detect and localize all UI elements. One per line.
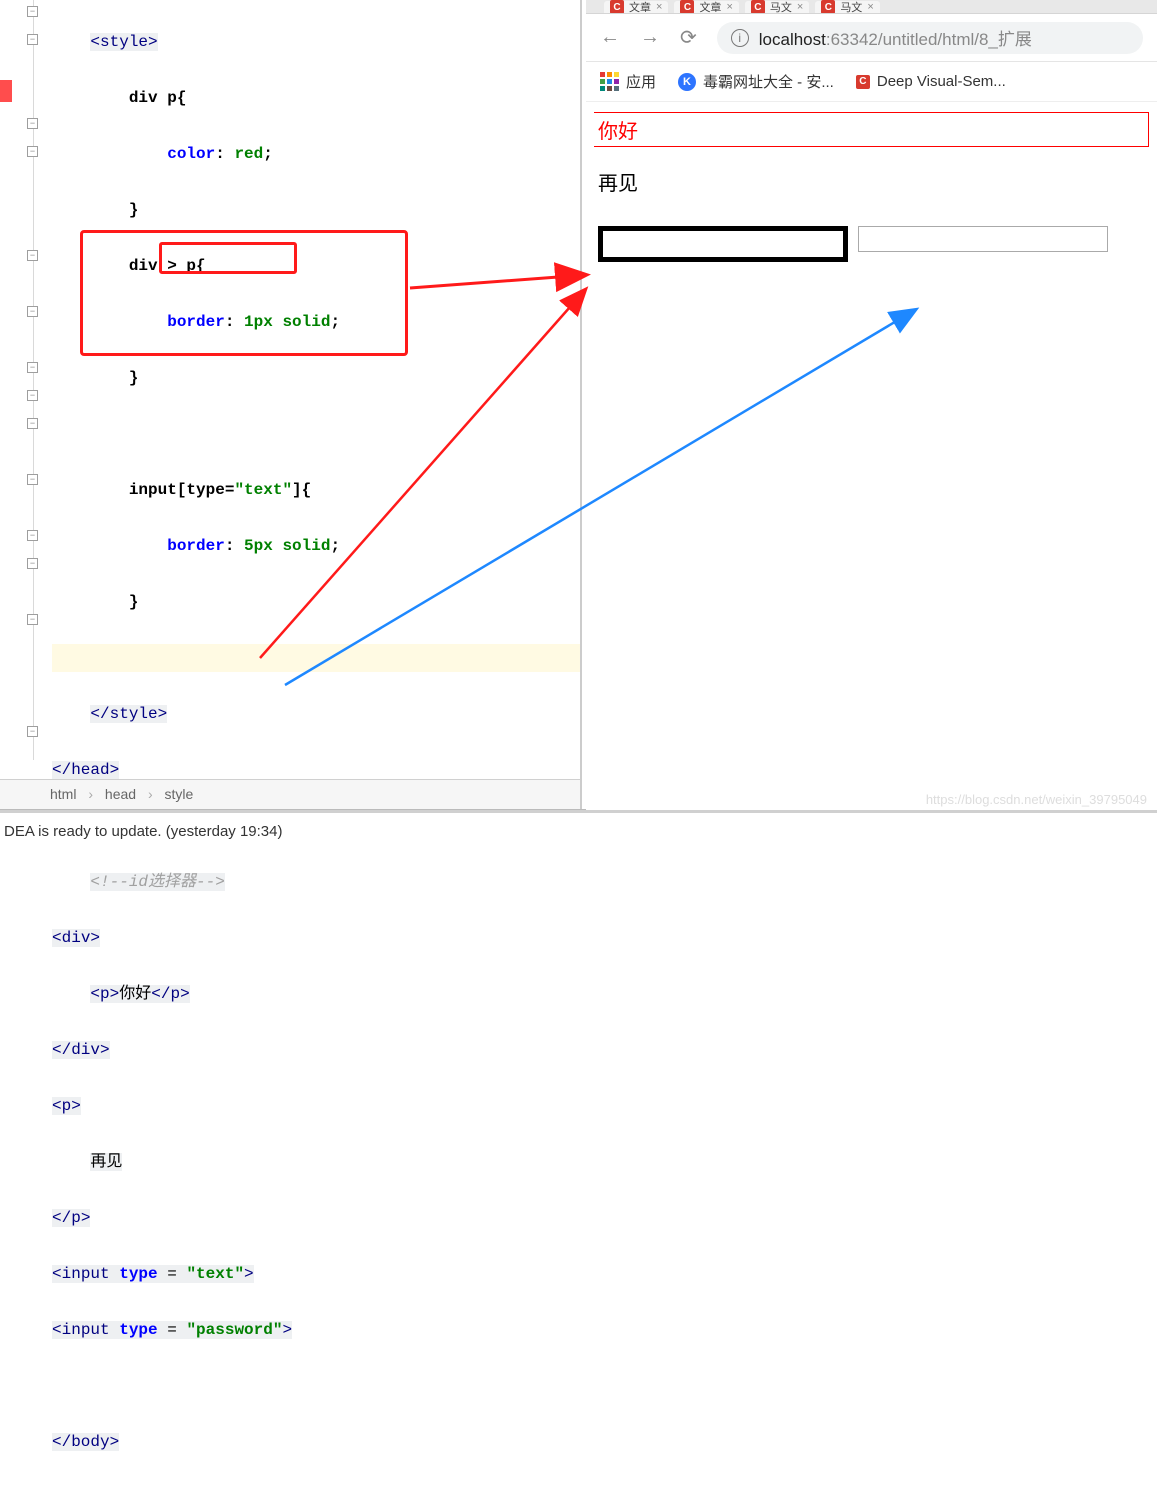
bookmark-duba[interactable]: K 毒霸网址大全 - 安... [678,71,834,92]
code-text[interactable]: <style> div p{ color: red; } div > p{ bo… [52,0,580,1512]
editor-gutter: − − − − − − − − − − − − − − [0,0,44,770]
browser-toolbar: ← → ⟳ i localhost:63342/untitled/html/8_… [586,14,1157,62]
forward-icon[interactable]: → [640,26,660,49]
annotation-highlight-box-inner [159,242,297,274]
code-editor-pane: − − − − − − − − − − − − − − <style> div … [0,0,582,853]
close-icon[interactable]: × [726,1,732,13]
reload-icon[interactable]: ⟳ [680,25,697,50]
breadcrumb-item[interactable]: head [105,786,136,802]
fold-toggle[interactable]: − [27,726,38,737]
fold-toggle[interactable]: − [27,118,38,129]
browser-tab[interactable]: C马文× [745,1,809,13]
chevron-right-icon: › [148,786,153,802]
breadcrumb[interactable]: html › head › style [0,779,580,809]
fold-toggle[interactable]: − [27,474,38,485]
status-bar: DEA is ready to update. (yesterday 19:34… [0,813,1157,853]
fold-toggle[interactable]: − [27,390,38,401]
fold-toggle[interactable]: − [27,530,38,541]
address-bar[interactable]: i localhost:63342/untitled/html/8_扩展 [717,22,1143,54]
watermark-text: https://blog.csdn.net/weixin_39795049 [926,792,1147,807]
hello-text: 你好 [594,112,1149,147]
bye-text: 再见 [594,167,1149,196]
csdn-icon: C [751,0,765,14]
fold-toggle[interactable]: − [27,6,38,17]
browser-tabstrip: C文章× C文章× C马文× C马文× [586,0,1157,14]
fold-toggle[interactable]: − [27,418,38,429]
breadcrumb-item[interactable]: html [50,786,76,802]
csdn-icon: C [680,0,694,14]
site-info-icon[interactable]: i [731,29,749,47]
text-input[interactable] [598,226,848,262]
status-text: DEA is ready to update. (yesterday 19:34… [4,823,283,840]
fold-toggle[interactable]: − [27,34,38,45]
csdn-icon: C [856,75,870,89]
bookmark-deep[interactable]: C Deep Visual-Sem... [856,73,1006,90]
fold-toggle[interactable]: − [27,146,38,157]
breakpoint-marker[interactable] [0,80,12,102]
back-icon[interactable]: ← [600,26,620,49]
password-input[interactable] [858,226,1108,252]
apps-grid-icon [600,72,619,91]
fold-toggle[interactable]: − [27,250,38,261]
close-icon[interactable]: × [656,1,662,13]
csdn-icon: C [821,0,835,14]
close-icon[interactable]: × [797,1,803,13]
fold-toggle[interactable]: − [27,362,38,373]
k-icon: K [678,73,696,91]
chevron-right-icon: › [88,786,93,802]
csdn-icon: C [610,0,624,14]
fold-toggle[interactable]: − [27,558,38,569]
browser-tab[interactable]: C文章× [604,1,668,13]
browser-tab[interactable]: C文章× [674,1,738,13]
apps-button[interactable]: 应用 [600,71,656,92]
fold-toggle[interactable]: − [27,614,38,625]
close-icon[interactable]: × [867,1,873,13]
breadcrumb-item[interactable]: style [165,786,194,802]
bookmarks-bar: 应用 K 毒霸网址大全 - 安... C Deep Visual-Sem... [586,62,1157,102]
rendered-page: 你好 再见 [586,102,1157,272]
browser-tab[interactable]: C马文× [815,1,879,13]
fold-toggle[interactable]: − [27,306,38,317]
browser-preview-pane: C文章× C文章× C马文× C马文× ← → ⟳ i localhost:63… [586,0,1157,810]
